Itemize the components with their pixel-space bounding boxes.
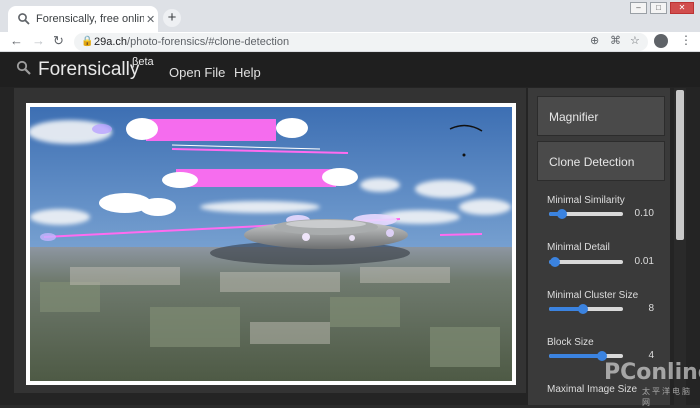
browser-tab[interactable]: Forensically, free online photo ✕ (8, 6, 158, 32)
analyzed-photo[interactable] (30, 107, 512, 381)
slider-knob[interactable] (557, 209, 567, 219)
help-button[interactable]: Help (234, 65, 261, 80)
scrollbar-thumb[interactable] (676, 90, 684, 240)
magnifier-section[interactable]: Magnifier (537, 96, 665, 136)
lock-icon: 🔒 (81, 36, 94, 47)
minimal-cluster-size-value: 8 (648, 303, 654, 314)
clone-detection-section[interactable]: Clone Detection (537, 141, 665, 181)
browser-window: Forensically, free online photo ✕ + – □ … (0, 0, 700, 407)
minimal-cluster-size-label: Minimal Cluster Size (547, 290, 639, 301)
back-icon[interactable]: ← (10, 33, 23, 48)
block-size-slider[interactable] (549, 351, 623, 361)
minimal-cluster-size-slider[interactable] (549, 304, 623, 314)
tab-strip: Forensically, free online photo ✕ + – □ … (0, 0, 700, 32)
window-maximize-button[interactable]: □ (650, 2, 667, 14)
menu-icon[interactable]: ⋮ (680, 33, 692, 47)
slider-knob[interactable] (578, 304, 588, 314)
window-minimize-button[interactable]: – (630, 2, 647, 14)
block-size-label: Block Size (547, 337, 594, 348)
app-title: Forensically (38, 59, 140, 80)
maximal-image-size-label: Maximal Image Size (547, 384, 638, 395)
star-icon[interactable]: ☆ (630, 34, 640, 47)
panel-scrollbar[interactable] (674, 88, 686, 405)
clone-detection-label: Clone Detection (549, 155, 635, 169)
window-close-button[interactable]: ✕ (670, 2, 694, 14)
magnifier-favicon-icon (18, 13, 30, 25)
app-header: Forensically βeta Open File Help (0, 53, 700, 87)
minimal-similarity-value: 0.10 (634, 208, 654, 219)
search-icon (16, 60, 31, 75)
url-text: 29a.ch/photo-forensics/#clone-detection (94, 36, 290, 48)
minimal-similarity-slider[interactable] (549, 209, 623, 219)
photo-scene (30, 107, 512, 381)
minimal-detail-slider[interactable] (549, 257, 623, 267)
account-icon[interactable] (654, 34, 668, 48)
watermark-brand: PConline (604, 360, 700, 385)
translate-icon[interactable]: ⌘ (610, 34, 621, 47)
reload-icon[interactable]: ↻ (53, 33, 64, 49)
browser-toolbar: ← → ↻ 🔒 29a.ch/photo-forensics/#clone-de… (0, 32, 700, 52)
minimal-detail-value: 0.01 (634, 256, 654, 267)
open-file-button[interactable]: Open File (169, 65, 225, 80)
add-icon[interactable]: ⊕ (590, 34, 599, 47)
new-tab-button[interactable]: + (163, 9, 181, 27)
minimal-detail-label: Minimal Detail (547, 242, 610, 253)
forward-icon[interactable]: → (32, 33, 45, 48)
beta-label: βeta (132, 56, 154, 68)
magnifier-label: Magnifier (549, 110, 599, 124)
tab-title: Forensically, free online photo (36, 13, 144, 25)
address-bar[interactable]: 🔒 29a.ch/photo-forensics/#clone-detectio… (74, 33, 648, 51)
tab-close-icon[interactable]: ✕ (146, 13, 155, 26)
slider-knob[interactable] (550, 257, 560, 267)
minimal-similarity-label: Minimal Similarity (547, 195, 625, 206)
